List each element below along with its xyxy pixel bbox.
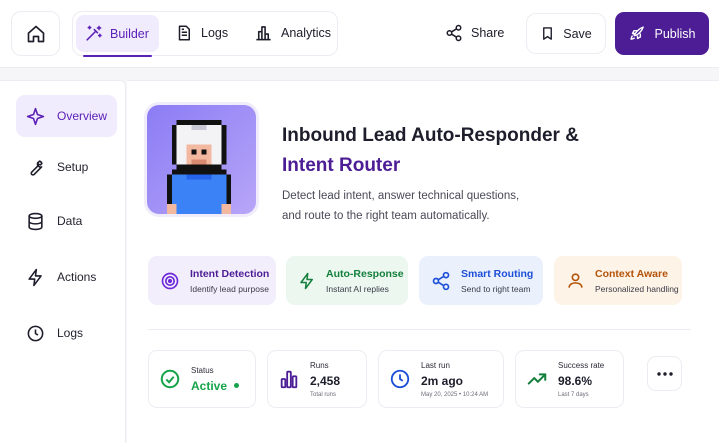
sidebar-item-label: Actions (57, 270, 97, 284)
feature-smart-routing: Smart Routing Send to right team (419, 256, 543, 305)
pixel-character-icon (166, 119, 232, 214)
feature-subtitle: Instant AI replies (326, 283, 389, 294)
feature-title: Auto-Response (326, 267, 404, 280)
publish-button[interactable]: Publish (615, 12, 709, 55)
more-options-button[interactable] (647, 356, 682, 391)
clock-icon (390, 369, 410, 389)
stat-label: Runs (310, 360, 329, 370)
tab-active-underline (83, 55, 152, 57)
lightning-icon (28, 268, 42, 286)
feature-auto-response: Auto-Response Instant AI replies (286, 256, 408, 305)
tab-builder[interactable]: Builder (76, 15, 159, 52)
stat-value: Active (191, 378, 228, 393)
stat-success-rate: Success rate 98.6% Last 7 days (515, 350, 624, 408)
share-label: Share (471, 26, 505, 40)
sidebar-item-setup[interactable]: Setup (16, 146, 117, 188)
bookmark-icon (543, 27, 553, 40)
tab-analytics[interactable]: Analytics (254, 23, 331, 42)
stat-value: 98.6% (558, 373, 593, 388)
feature-title: Context Aware (595, 267, 668, 280)
feature-subtitle: Send to right team (461, 283, 531, 294)
stat-sub: May 20, 2025 • 10:24 AM (421, 391, 489, 398)
lightning-icon (300, 272, 313, 289)
rocket-icon (629, 26, 644, 40)
agent-title-line1: Inbound Lead Auto-Responder & (282, 125, 579, 146)
bar-chart-icon (280, 370, 298, 389)
clock-icon (27, 325, 44, 341)
agent-description-line2: and route to the right team automaticall… (282, 210, 490, 222)
feature-title: Smart Routing (461, 267, 534, 280)
stat-last-run: Last run 2m ago May 20, 2025 • 10:24 AM (378, 350, 504, 408)
check-circle-icon (160, 369, 180, 389)
tab-analytics-label: Analytics (281, 25, 332, 40)
agent-title-line2: Intent Router (282, 155, 401, 176)
feature-subtitle: Personalized handling (595, 283, 679, 294)
agent-title: Inbound Lead Auto-Responder & Intent Rou… (282, 121, 579, 181)
share-nodes-icon (432, 271, 450, 290)
stat-label: Status (191, 365, 214, 375)
sidebar-item-overview[interactable]: Overview (16, 95, 117, 137)
stat-runs: Runs 2,458 Total runs (267, 350, 367, 408)
sidebar-item-actions[interactable]: Actions (16, 256, 117, 298)
share-button[interactable]: Share (445, 24, 504, 42)
agent-description: Detect lead intent, answer technical que… (282, 186, 519, 226)
wrench-icon (30, 159, 43, 176)
trend-up-icon (527, 373, 547, 385)
status-badge: Active (191, 378, 240, 393)
sidebar-item-label: Data (57, 214, 83, 228)
share-icon (446, 24, 462, 42)
sparkle-icon (26, 107, 45, 125)
home-icon (27, 25, 44, 42)
stat-sub: Last 7 days (558, 391, 589, 398)
more-horizontal-icon (656, 371, 673, 376)
database-icon (28, 212, 43, 230)
save-label: Save (563, 26, 592, 41)
target-icon (161, 272, 179, 289)
sidebar-item-label: Setup (57, 160, 89, 174)
section-divider (148, 329, 691, 330)
feature-title: Intent Detection (190, 267, 270, 280)
document-icon (178, 25, 190, 41)
status-dot-icon (234, 383, 240, 388)
stat-label: Success rate (558, 360, 605, 370)
feature-intent-detection: Intent Detection Identify lead purpose (148, 256, 276, 305)
stat-label: Last run (421, 360, 450, 370)
feature-subtitle: Identify lead purpose (190, 283, 269, 294)
feature-context-aware: Context Aware Personalized handling (554, 256, 682, 305)
user-icon (568, 273, 583, 288)
sidebar-item-label: Overview (57, 109, 108, 123)
agent-description-line1: Detect lead intent, answer technical que… (282, 190, 520, 202)
save-button[interactable]: Save (526, 13, 606, 54)
magic-wand-icon (86, 25, 102, 41)
home-button[interactable] (11, 11, 60, 56)
tab-builder-label: Builder (110, 26, 149, 41)
sidebar-item-logs[interactable]: Logs (16, 312, 117, 354)
tab-logs[interactable]: Logs (175, 23, 228, 43)
agent-avatar (147, 105, 256, 214)
bar-chart-icon (256, 26, 271, 41)
publish-label: Publish (654, 26, 696, 41)
stat-status: Status Active (148, 350, 256, 408)
sidebar-item-data[interactable]: Data (16, 200, 117, 242)
stat-sub: Total runs (310, 391, 337, 398)
tab-logs-label: Logs (201, 26, 229, 40)
sidebar-item-label: Logs (57, 326, 84, 340)
stat-value: 2m ago (421, 373, 464, 388)
stat-value: 2,458 (310, 373, 341, 388)
